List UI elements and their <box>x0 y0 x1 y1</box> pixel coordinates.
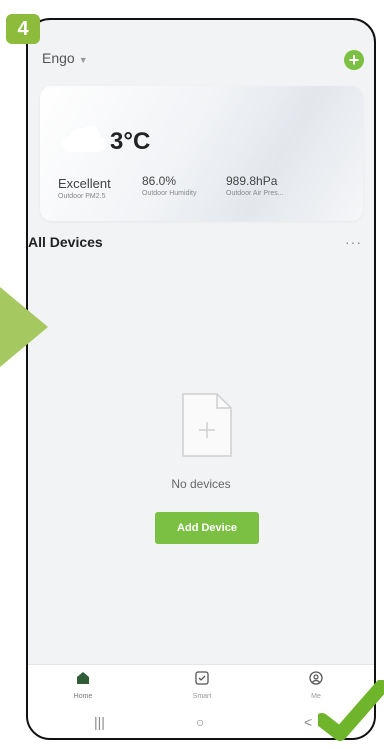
checkmark-icon <box>318 680 384 741</box>
stat-value: 989.8hPa <box>226 174 278 188</box>
stat-label: Outdoor PM2.5 <box>58 193 106 200</box>
home-selector[interactable]: Engo ▼ <box>42 50 88 66</box>
home-name: Engo <box>42 50 75 66</box>
stat-pm25: Excellent Outdoor PM2.5 <box>58 176 111 200</box>
stat-value: Excellent <box>58 176 111 191</box>
recents-button[interactable]: ||| <box>94 714 105 730</box>
phone-frame: Engo ▼ + 3°C Excellent Outdoor PM2.5 86.0… <box>26 18 376 740</box>
tab-label: Smart <box>192 693 212 700</box>
smart-icon <box>195 671 209 685</box>
cloud-icon <box>62 126 106 152</box>
back-button[interactable]: < <box>304 714 312 730</box>
empty-state-text: No devices <box>171 477 231 491</box>
home-button[interactable]: ○ <box>196 714 204 730</box>
more-icon[interactable]: ··· <box>345 234 362 250</box>
step-badge: 4 <box>6 14 40 44</box>
stat-label: Outdoor Air Pres... <box>226 190 284 197</box>
tab-home[interactable]: Home <box>53 671 113 700</box>
pointer-arrow <box>0 287 48 367</box>
stat-value: 86.0% <box>142 174 177 188</box>
weather-card[interactable]: 3°C Excellent Outdoor PM2.5 86.0% Outdoo… <box>40 86 363 221</box>
stat-pressure: 989.8hPa Outdoor Air Pres... <box>226 174 284 197</box>
empty-document-icon <box>181 392 233 458</box>
section-title: All Devices <box>28 234 103 250</box>
tab-smart[interactable]: Smart <box>172 671 232 700</box>
add-icon[interactable]: + <box>344 50 364 70</box>
caret-down-icon: ▼ <box>78 55 88 65</box>
stat-label: Outdoor Humidity <box>142 190 197 197</box>
stat-humidity: 86.0% Outdoor Humidity <box>142 174 196 197</box>
home-icon <box>77 672 89 684</box>
tab-label: Home <box>73 693 93 700</box>
temperature: 3°C <box>110 128 151 155</box>
add-device-button[interactable]: Add Device <box>155 512 259 544</box>
